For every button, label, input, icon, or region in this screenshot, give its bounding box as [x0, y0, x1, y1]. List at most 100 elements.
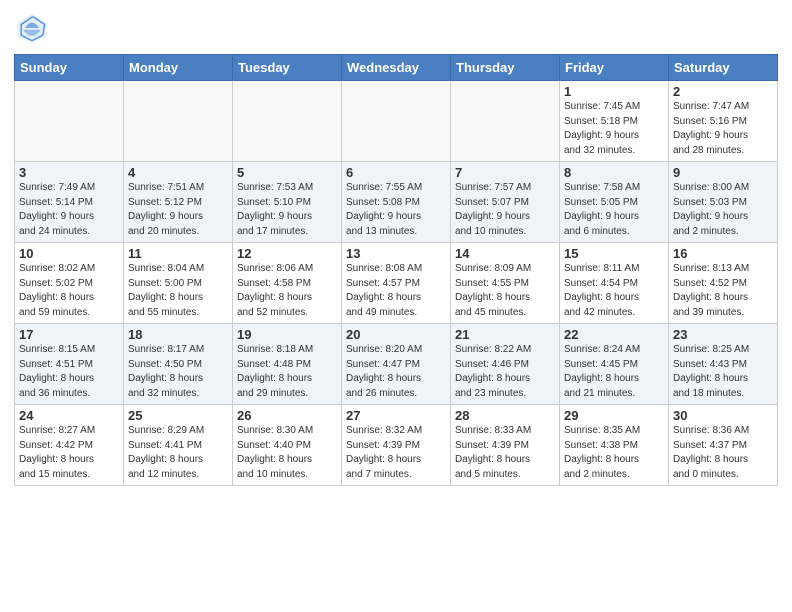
calendar-cell: 12Sunrise: 8:06 AM Sunset: 4:58 PM Dayli… [233, 243, 342, 324]
calendar-header-row: SundayMondayTuesdayWednesdayThursdayFrid… [15, 55, 778, 81]
calendar-cell: 5Sunrise: 7:53 AM Sunset: 5:10 PM Daylig… [233, 162, 342, 243]
day-info: Sunrise: 8:11 AM Sunset: 4:54 PM Dayligh… [564, 262, 664, 320]
calendar-cell: 30Sunrise: 8:36 AM Sunset: 4:37 PM Dayli… [669, 405, 778, 486]
day-header-wednesday: Wednesday [342, 55, 451, 81]
calendar-cell: 4Sunrise: 7:51 AM Sunset: 5:12 PM Daylig… [124, 162, 233, 243]
day-number: 17 [19, 327, 119, 342]
day-info: Sunrise: 7:45 AM Sunset: 5:18 PM Dayligh… [564, 100, 664, 158]
calendar-cell: 15Sunrise: 8:11 AM Sunset: 4:54 PM Dayli… [560, 243, 669, 324]
calendar-cell: 27Sunrise: 8:32 AM Sunset: 4:39 PM Dayli… [342, 405, 451, 486]
day-number: 8 [564, 165, 664, 180]
day-number: 16 [673, 246, 773, 261]
day-info: Sunrise: 7:55 AM Sunset: 5:08 PM Dayligh… [346, 181, 446, 239]
day-info: Sunrise: 8:20 AM Sunset: 4:47 PM Dayligh… [346, 343, 446, 401]
day-info: Sunrise: 8:08 AM Sunset: 4:57 PM Dayligh… [346, 262, 446, 320]
calendar-cell: 6Sunrise: 7:55 AM Sunset: 5:08 PM Daylig… [342, 162, 451, 243]
calendar-cell: 28Sunrise: 8:33 AM Sunset: 4:39 PM Dayli… [451, 405, 560, 486]
day-number: 6 [346, 165, 446, 180]
day-number: 10 [19, 246, 119, 261]
day-info: Sunrise: 8:24 AM Sunset: 4:45 PM Dayligh… [564, 343, 664, 401]
calendar-cell: 13Sunrise: 8:08 AM Sunset: 4:57 PM Dayli… [342, 243, 451, 324]
day-number: 21 [455, 327, 555, 342]
calendar-cell: 10Sunrise: 8:02 AM Sunset: 5:02 PM Dayli… [15, 243, 124, 324]
day-info: Sunrise: 8:06 AM Sunset: 4:58 PM Dayligh… [237, 262, 337, 320]
day-info: Sunrise: 7:51 AM Sunset: 5:12 PM Dayligh… [128, 181, 228, 239]
day-info: Sunrise: 8:17 AM Sunset: 4:50 PM Dayligh… [128, 343, 228, 401]
calendar-cell: 29Sunrise: 8:35 AM Sunset: 4:38 PM Dayli… [560, 405, 669, 486]
calendar-cell: 17Sunrise: 8:15 AM Sunset: 4:51 PM Dayli… [15, 324, 124, 405]
calendar-cell: 19Sunrise: 8:18 AM Sunset: 4:48 PM Dayli… [233, 324, 342, 405]
calendar-week-5: 24Sunrise: 8:27 AM Sunset: 4:42 PM Dayli… [15, 405, 778, 486]
calendar-cell: 24Sunrise: 8:27 AM Sunset: 4:42 PM Dayli… [15, 405, 124, 486]
day-info: Sunrise: 8:33 AM Sunset: 4:39 PM Dayligh… [455, 424, 555, 482]
day-number: 27 [346, 408, 446, 423]
calendar-cell: 21Sunrise: 8:22 AM Sunset: 4:46 PM Dayli… [451, 324, 560, 405]
day-number: 14 [455, 246, 555, 261]
day-info: Sunrise: 8:09 AM Sunset: 4:55 PM Dayligh… [455, 262, 555, 320]
day-number: 22 [564, 327, 664, 342]
day-number: 1 [564, 84, 664, 99]
day-info: Sunrise: 8:00 AM Sunset: 5:03 PM Dayligh… [673, 181, 773, 239]
calendar-cell [451, 81, 560, 162]
calendar-cell: 1Sunrise: 7:45 AM Sunset: 5:18 PM Daylig… [560, 81, 669, 162]
day-info: Sunrise: 8:22 AM Sunset: 4:46 PM Dayligh… [455, 343, 555, 401]
calendar-cell: 23Sunrise: 8:25 AM Sunset: 4:43 PM Dayli… [669, 324, 778, 405]
calendar-cell: 8Sunrise: 7:58 AM Sunset: 5:05 PM Daylig… [560, 162, 669, 243]
calendar-table: SundayMondayTuesdayWednesdayThursdayFrid… [14, 54, 778, 486]
day-number: 28 [455, 408, 555, 423]
calendar-cell [233, 81, 342, 162]
day-number: 2 [673, 84, 773, 99]
day-number: 13 [346, 246, 446, 261]
calendar-cell [15, 81, 124, 162]
day-number: 4 [128, 165, 228, 180]
day-number: 9 [673, 165, 773, 180]
day-header-sunday: Sunday [15, 55, 124, 81]
day-info: Sunrise: 8:15 AM Sunset: 4:51 PM Dayligh… [19, 343, 119, 401]
calendar-week-3: 10Sunrise: 8:02 AM Sunset: 5:02 PM Dayli… [15, 243, 778, 324]
day-info: Sunrise: 8:32 AM Sunset: 4:39 PM Dayligh… [346, 424, 446, 482]
day-number: 3 [19, 165, 119, 180]
page-container: SundayMondayTuesdayWednesdayThursdayFrid… [0, 0, 792, 492]
day-info: Sunrise: 8:29 AM Sunset: 4:41 PM Dayligh… [128, 424, 228, 482]
day-header-monday: Monday [124, 55, 233, 81]
day-number: 11 [128, 246, 228, 261]
calendar-week-4: 17Sunrise: 8:15 AM Sunset: 4:51 PM Dayli… [15, 324, 778, 405]
day-info: Sunrise: 7:57 AM Sunset: 5:07 PM Dayligh… [455, 181, 555, 239]
calendar-cell: 2Sunrise: 7:47 AM Sunset: 5:16 PM Daylig… [669, 81, 778, 162]
day-number: 26 [237, 408, 337, 423]
day-info: Sunrise: 8:04 AM Sunset: 5:00 PM Dayligh… [128, 262, 228, 320]
calendar-week-1: 1Sunrise: 7:45 AM Sunset: 5:18 PM Daylig… [15, 81, 778, 162]
day-number: 5 [237, 165, 337, 180]
calendar-cell: 20Sunrise: 8:20 AM Sunset: 4:47 PM Dayli… [342, 324, 451, 405]
day-number: 30 [673, 408, 773, 423]
day-info: Sunrise: 8:27 AM Sunset: 4:42 PM Dayligh… [19, 424, 119, 482]
day-info: Sunrise: 7:58 AM Sunset: 5:05 PM Dayligh… [564, 181, 664, 239]
calendar-cell: 3Sunrise: 7:49 AM Sunset: 5:14 PM Daylig… [15, 162, 124, 243]
calendar-cell: 22Sunrise: 8:24 AM Sunset: 4:45 PM Dayli… [560, 324, 669, 405]
day-header-tuesday: Tuesday [233, 55, 342, 81]
day-number: 19 [237, 327, 337, 342]
day-info: Sunrise: 8:35 AM Sunset: 4:38 PM Dayligh… [564, 424, 664, 482]
calendar-cell: 16Sunrise: 8:13 AM Sunset: 4:52 PM Dayli… [669, 243, 778, 324]
day-number: 15 [564, 246, 664, 261]
calendar-cell: 9Sunrise: 8:00 AM Sunset: 5:03 PM Daylig… [669, 162, 778, 243]
day-info: Sunrise: 7:49 AM Sunset: 5:14 PM Dayligh… [19, 181, 119, 239]
day-number: 12 [237, 246, 337, 261]
day-info: Sunrise: 8:02 AM Sunset: 5:02 PM Dayligh… [19, 262, 119, 320]
day-number: 7 [455, 165, 555, 180]
day-number: 24 [19, 408, 119, 423]
calendar-cell: 7Sunrise: 7:57 AM Sunset: 5:07 PM Daylig… [451, 162, 560, 243]
day-number: 20 [346, 327, 446, 342]
day-header-saturday: Saturday [669, 55, 778, 81]
calendar-cell: 11Sunrise: 8:04 AM Sunset: 5:00 PM Dayli… [124, 243, 233, 324]
calendar-cell: 18Sunrise: 8:17 AM Sunset: 4:50 PM Dayli… [124, 324, 233, 405]
calendar-cell [124, 81, 233, 162]
calendar-cell: 25Sunrise: 8:29 AM Sunset: 4:41 PM Dayli… [124, 405, 233, 486]
day-header-thursday: Thursday [451, 55, 560, 81]
day-number: 23 [673, 327, 773, 342]
calendar-cell: 26Sunrise: 8:30 AM Sunset: 4:40 PM Dayli… [233, 405, 342, 486]
day-header-friday: Friday [560, 55, 669, 81]
day-info: Sunrise: 8:25 AM Sunset: 4:43 PM Dayligh… [673, 343, 773, 401]
day-number: 18 [128, 327, 228, 342]
calendar-cell [342, 81, 451, 162]
